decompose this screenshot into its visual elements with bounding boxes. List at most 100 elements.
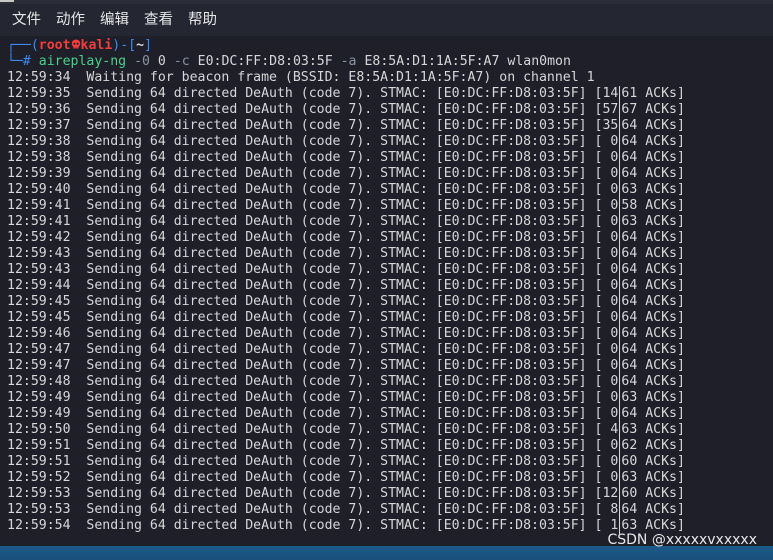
prompt-open: ┌──( [7,38,39,53]
row-message: Sending 64 directed DeAuth (code 7). STM… [70,438,603,453]
row-client-ack: 0 [602,134,619,149]
deauth-row: 12:59:48 Sending 64 directed DeAuth (cod… [0,374,773,390]
row-message: Sending 64 directed DeAuth (code 7). STM… [70,118,603,133]
row-suffix: ACKs] [637,262,685,277]
row-suffix: ACKs] [637,406,685,421]
row-message: Sending 64 directed DeAuth (code 7). STM… [70,214,603,229]
row-message: Sending 64 directed DeAuth (code 7). STM… [70,134,603,149]
deauth-row: 12:59:46 Sending 64 directed DeAuth (cod… [0,326,773,342]
row-message: Sending 64 directed DeAuth (code 7). STM… [70,150,603,165]
row-suffix: ACKs] [637,246,685,261]
prompt-close: )-[ [112,38,137,53]
prompt-user: root [38,38,71,53]
row-client-ack: 12 [602,486,619,501]
output-rows: 12:59:34 Waiting for beacon frame (BSSID… [0,70,773,534]
row-ap-ack: 64 [621,326,638,341]
deauth-row: 12:59:41 Sending 64 directed DeAuth (cod… [0,198,773,214]
row-message: Sending 64 directed DeAuth (code 7). STM… [70,262,603,277]
row-message: Sending 64 directed DeAuth (code 7). STM… [70,374,603,389]
row-client-ack: 0 [602,374,619,389]
row-client-ack: 0 [602,278,619,293]
row-suffix: ACKs] [637,390,685,405]
row-time: 12:59:35 [7,86,71,101]
deauth-row: 12:59:49 Sending 64 directed DeAuth (cod… [0,390,773,406]
row-suffix: ACKs] [637,166,685,181]
row-time: 12:59:46 [7,326,71,341]
command-flag-ap: -a [340,54,357,69]
command-count: 0 [157,54,166,69]
row-ap-ack: 64 [621,294,638,309]
row-suffix: ACKs] [637,134,685,149]
row-suffix: ACKs] [637,502,685,517]
menu-file[interactable]: 文件 [12,10,41,30]
row-ap-ack: 64 [621,310,638,325]
menu-view[interactable]: 查看 [144,10,173,30]
row-suffix: ACKs] [637,182,685,197]
row-time: 12:59:53 [7,486,71,501]
row-time: 12:59:40 [7,182,71,197]
row-ap-ack: 62 [621,438,638,453]
command-client-mac: E0:DC:FF:D8:03:5F [197,54,333,69]
menu-action[interactable]: 动作 [56,10,85,30]
row-message: Sending 64 directed DeAuth (code 7). STM… [70,102,603,117]
row-ap-ack: 64 [621,246,638,261]
row-message: Sending 64 directed DeAuth (code 7). STM… [70,470,603,485]
row-time: 12:59:51 [7,438,71,453]
command-flag-client: -c [173,54,190,69]
row-ap-ack: 64 [621,406,638,421]
row-message: Sending 64 directed DeAuth (code 7). STM… [70,422,603,437]
row-client-ack: 0 [602,166,619,181]
row-time: 12:59:54 [7,518,71,533]
row-message: Sending 64 directed DeAuth (code 7). STM… [70,166,603,181]
row-message: Sending 64 directed DeAuth (code 7). STM… [70,518,603,533]
menu-edit[interactable]: 编辑 [100,10,129,30]
deauth-row: 12:59:51 Sending 64 directed DeAuth (cod… [0,454,773,470]
row-ap-ack: 64 [621,374,638,389]
row-ap-ack: 63 [621,182,638,197]
row-message: Sending 64 directed DeAuth (code 7). STM… [70,342,603,357]
row-message: Sending 64 directed DeAuth (code 7). STM… [70,246,603,261]
row-client-ack: 35 [602,118,619,133]
row-time: 12:59:52 [7,470,71,485]
row-time: 12:59:37 [7,118,71,133]
row-message: Sending 64 directed DeAuth (code 7). STM… [70,230,603,245]
row-message: Sending 64 directed DeAuth (code 7). STM… [70,486,603,501]
row-ap-ack: 64 [621,278,638,293]
row-message: Sending 64 directed DeAuth (code 7). STM… [70,86,603,101]
row-client-ack: 0 [602,406,619,421]
row-message: Sending 64 directed DeAuth (code 7). STM… [70,390,603,405]
row-client-ack: 0 [602,390,619,405]
deauth-row: 12:59:40 Sending 64 directed DeAuth (cod… [0,182,773,198]
row-ap-ack: 63 [621,214,638,229]
row-ap-ack: 64 [621,230,638,245]
row-suffix: ACKs] [637,326,685,341]
row-time: 12:59:45 [7,294,71,309]
prompt-host: kali [80,38,113,53]
row-suffix: ACKs] [637,198,685,213]
command-line: └─# aireplay-ng -0 0 -c E0:DC:FF:D8:03:5… [7,54,571,70]
row-ap-ack: 60 [621,486,638,501]
row-client-ack: 14 [602,86,619,101]
row-client-ack: 0 [602,358,619,373]
row-ap-ack: 63 [621,470,638,485]
row-client-ack: 0 [602,438,619,453]
waiting-line: 12:59:34 Waiting for beacon frame (BSSID… [7,70,595,85]
row-suffix: ACKs] [637,358,685,373]
deauth-row: 12:59:47 Sending 64 directed DeAuth (cod… [0,342,773,358]
menu-help[interactable]: 帮助 [188,10,217,30]
row-suffix: ACKs] [637,230,685,245]
prompt-dir: ~ [136,38,145,53]
row-time: 12:59:41 [7,214,71,229]
row-client-ack: 0 [602,262,619,277]
row-suffix: ACKs] [637,438,685,453]
row-time: 12:59:42 [7,230,71,245]
command-name: aireplay-ng [38,54,127,69]
row-client-ack: 0 [602,214,619,229]
row-client-ack: 0 [602,182,619,197]
row-time: 12:59:44 [7,278,71,293]
deauth-row: 12:59:43 Sending 64 directed DeAuth (cod… [0,246,773,262]
row-client-ack: 0 [602,454,619,469]
terminal-output[interactable]: ┌──(root kali)-[~] └─# aireplay-ng -0 0 -… [0,36,773,546]
row-ap-ack: 67 [621,102,638,117]
row-client-ack: 0 [602,310,619,325]
